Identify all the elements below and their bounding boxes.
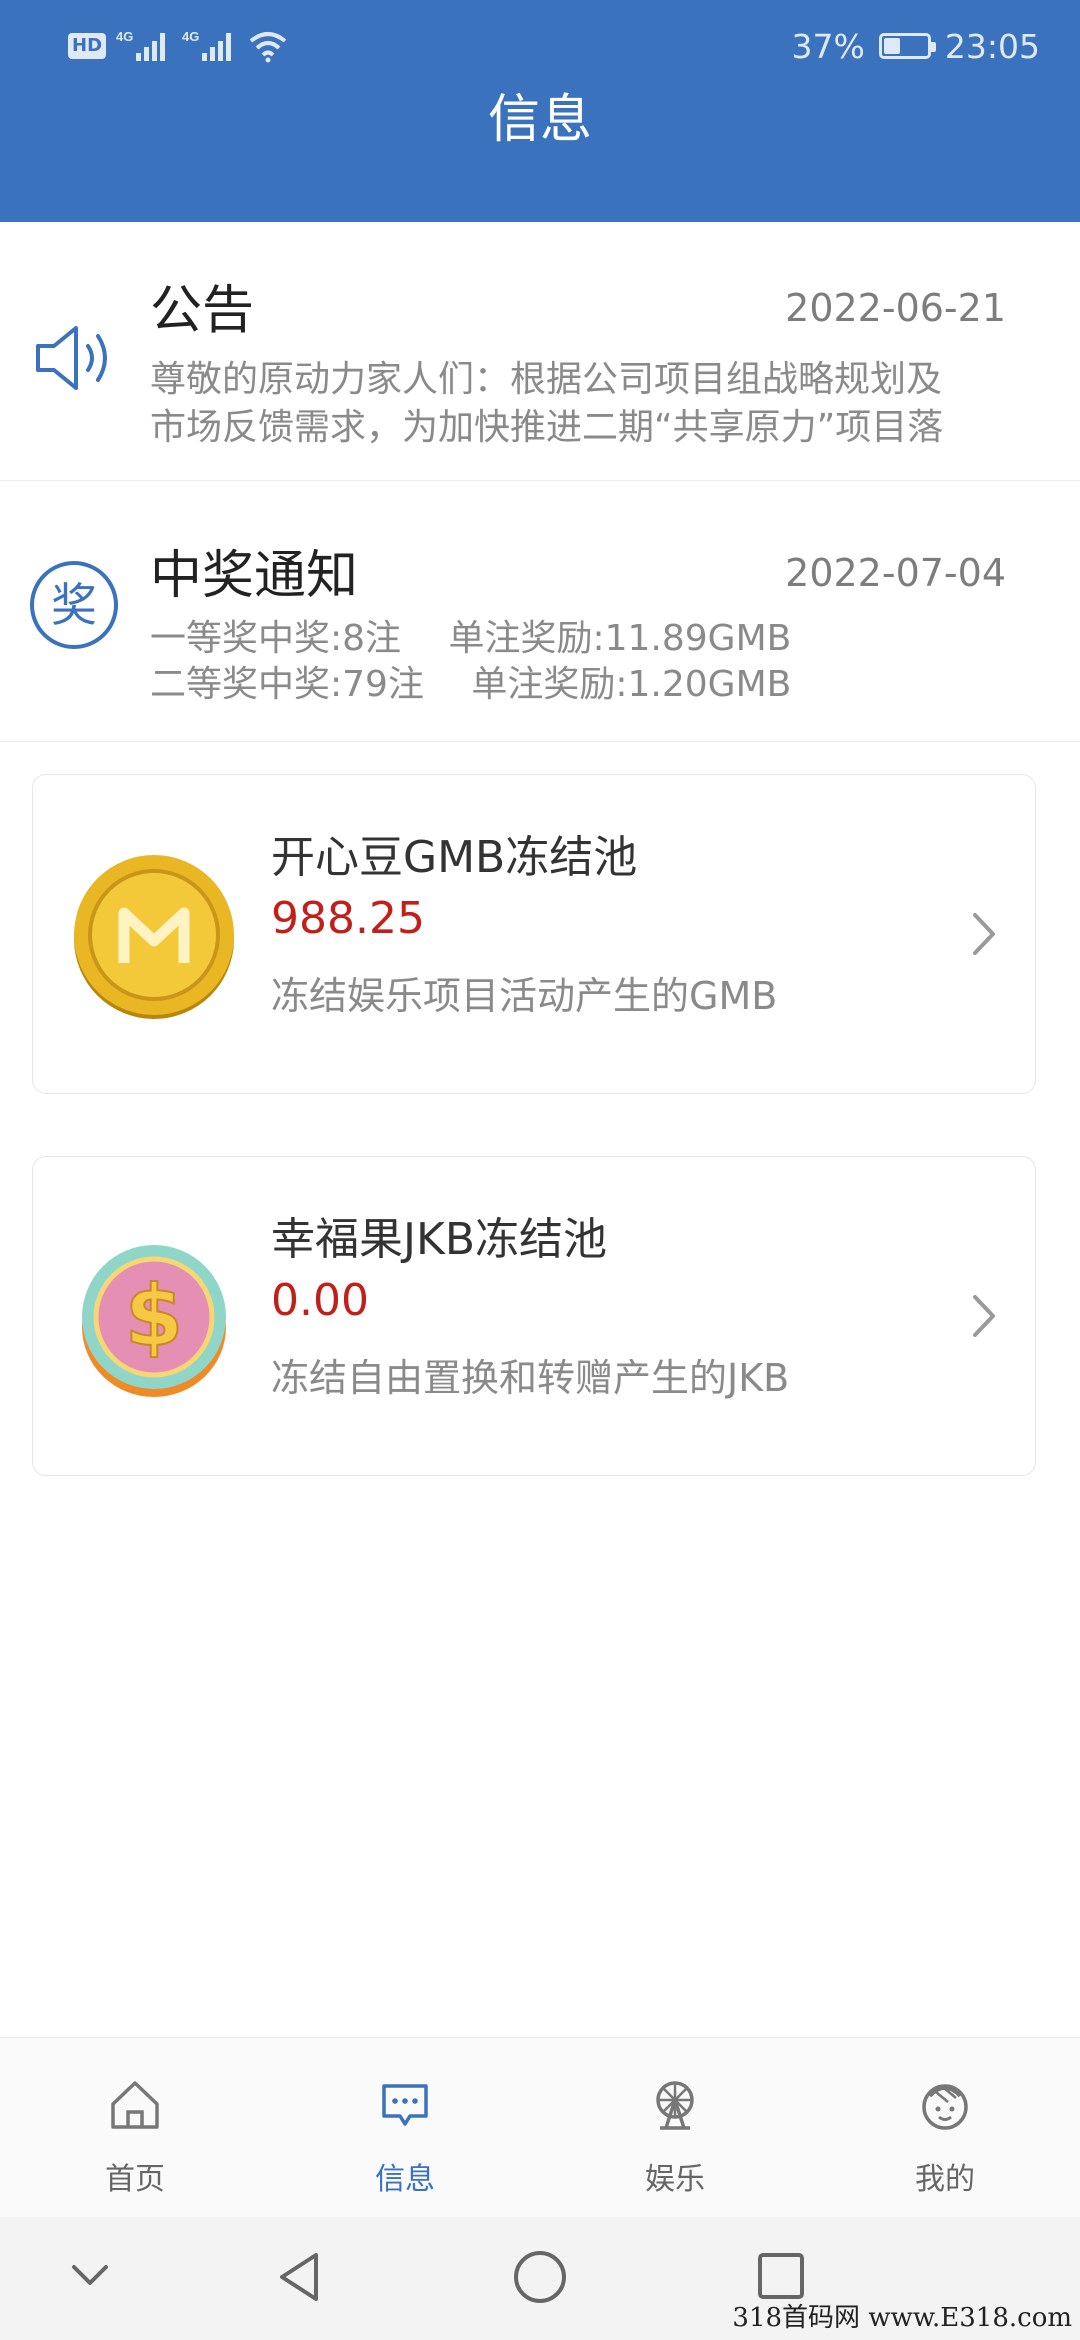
message-icon: [382, 2084, 428, 2126]
pool-amount: 0.00: [271, 1275, 369, 1326]
signal-icon-2: 4G: [182, 29, 232, 61]
profile-face-icon: [922, 2084, 968, 2130]
prize-date: 2022-07-04: [785, 551, 1006, 595]
tab-profile[interactable]: 我的: [810, 2038, 1080, 2218]
announcement-line-1: 尊敬的原动力家人们：根据公司项目组战略规划及: [150, 359, 943, 400]
tab-label: 首页: [105, 2162, 165, 2197]
back-icon[interactable]: [272, 2247, 328, 2307]
hd-indicator: HD: [68, 33, 107, 59]
battery-icon: [878, 33, 936, 59]
tab-entertainment[interactable]: 娱乐: [540, 2038, 810, 2218]
announcement-date: 2022-06-21: [785, 286, 1006, 330]
tab-label: 我的: [915, 2162, 975, 2197]
prize-line-2: 二等奖中奖:79注 单注奖励:1.20GMB: [150, 664, 792, 705]
battery-percent: 37%: [791, 26, 865, 66]
gold-coin-icon: [74, 855, 234, 1019]
pool-title: 开心豆GMB冻结池: [271, 832, 638, 883]
watermark: 318首码网 www.E318.com: [732, 2303, 1072, 2333]
status-left: HD 4G 4G: [68, 26, 288, 66]
tab-label: 信息: [375, 2162, 435, 2197]
prize-line-1: 一等奖中奖:8注 单注奖励:11.89GMB: [150, 618, 792, 659]
net-label-1: 4G: [116, 29, 133, 44]
gmb-pool-card[interactable]: 开心豆GMB冻结池 988.25 冻结娱乐项目活动产生的GMB: [32, 774, 1036, 1094]
signal-icon-1: 4G: [116, 29, 166, 61]
speaker-icon: [36, 326, 107, 390]
tab-label: 娱乐: [645, 2162, 705, 2197]
tab-home[interactable]: 首页: [0, 2038, 270, 2218]
net-label-2: 4G: [182, 29, 199, 44]
home-button-icon[interactable]: [510, 2247, 570, 2307]
jkb-pool-card[interactable]: $ 幸福果JKB冻结池 0.00 冻结自由置换和转赠产生的JKB: [32, 1156, 1036, 1476]
prize-badge-icon: 奖: [30, 561, 118, 649]
announcement-title: 公告: [150, 281, 255, 341]
dollar-coin-icon: $: [82, 1245, 226, 1397]
svg-text:$: $: [125, 1267, 183, 1365]
announcement-line-2: 市场反馈需求，为加快推进二期“共享原力”项目落: [150, 407, 944, 448]
clock: 23:05: [944, 26, 1040, 66]
pool-amount: 988.25: [271, 893, 425, 944]
pool-description: 冻结娱乐项目活动产生的GMB: [271, 974, 778, 1018]
page-title: 信息: [487, 90, 592, 150]
prize-title: 中奖通知: [150, 546, 359, 606]
home-icon: [111, 2081, 159, 2129]
battery-fill: [883, 38, 900, 54]
prize-notice-row[interactable]: 奖 中奖通知 2022-07-04 一等奖中奖:8注 单注奖励:11.89GMB…: [0, 481, 1080, 742]
wifi-icon: [249, 32, 287, 63]
chevron-right-icon: [973, 1295, 995, 1337]
system-navigation-bar: 318首码网 www.E318.com: [0, 2217, 1080, 2340]
tab-messages[interactable]: 信息: [270, 2038, 540, 2218]
announcement-row[interactable]: 公告 2022-06-21 尊敬的原动力家人们：根据公司项目组战略规划及 市场反…: [0, 222, 1080, 481]
pool-title: 幸福果JKB冻结池: [271, 1214, 608, 1265]
ferris-wheel-icon: [656, 2081, 694, 2130]
status-right: 37% 23:05: [792, 24, 1040, 68]
app-header: HD 4G 4G 37% 23:05 信息: [0, 0, 1080, 222]
pool-description: 冻结自由置换和转赠产生的JKB: [271, 1356, 790, 1400]
chevron-right-icon: [973, 913, 995, 955]
bottom-tab-bar: 首页 信息 娱乐 我的: [0, 2037, 1080, 2218]
chevron-down-icon[interactable]: [66, 2247, 114, 2307]
